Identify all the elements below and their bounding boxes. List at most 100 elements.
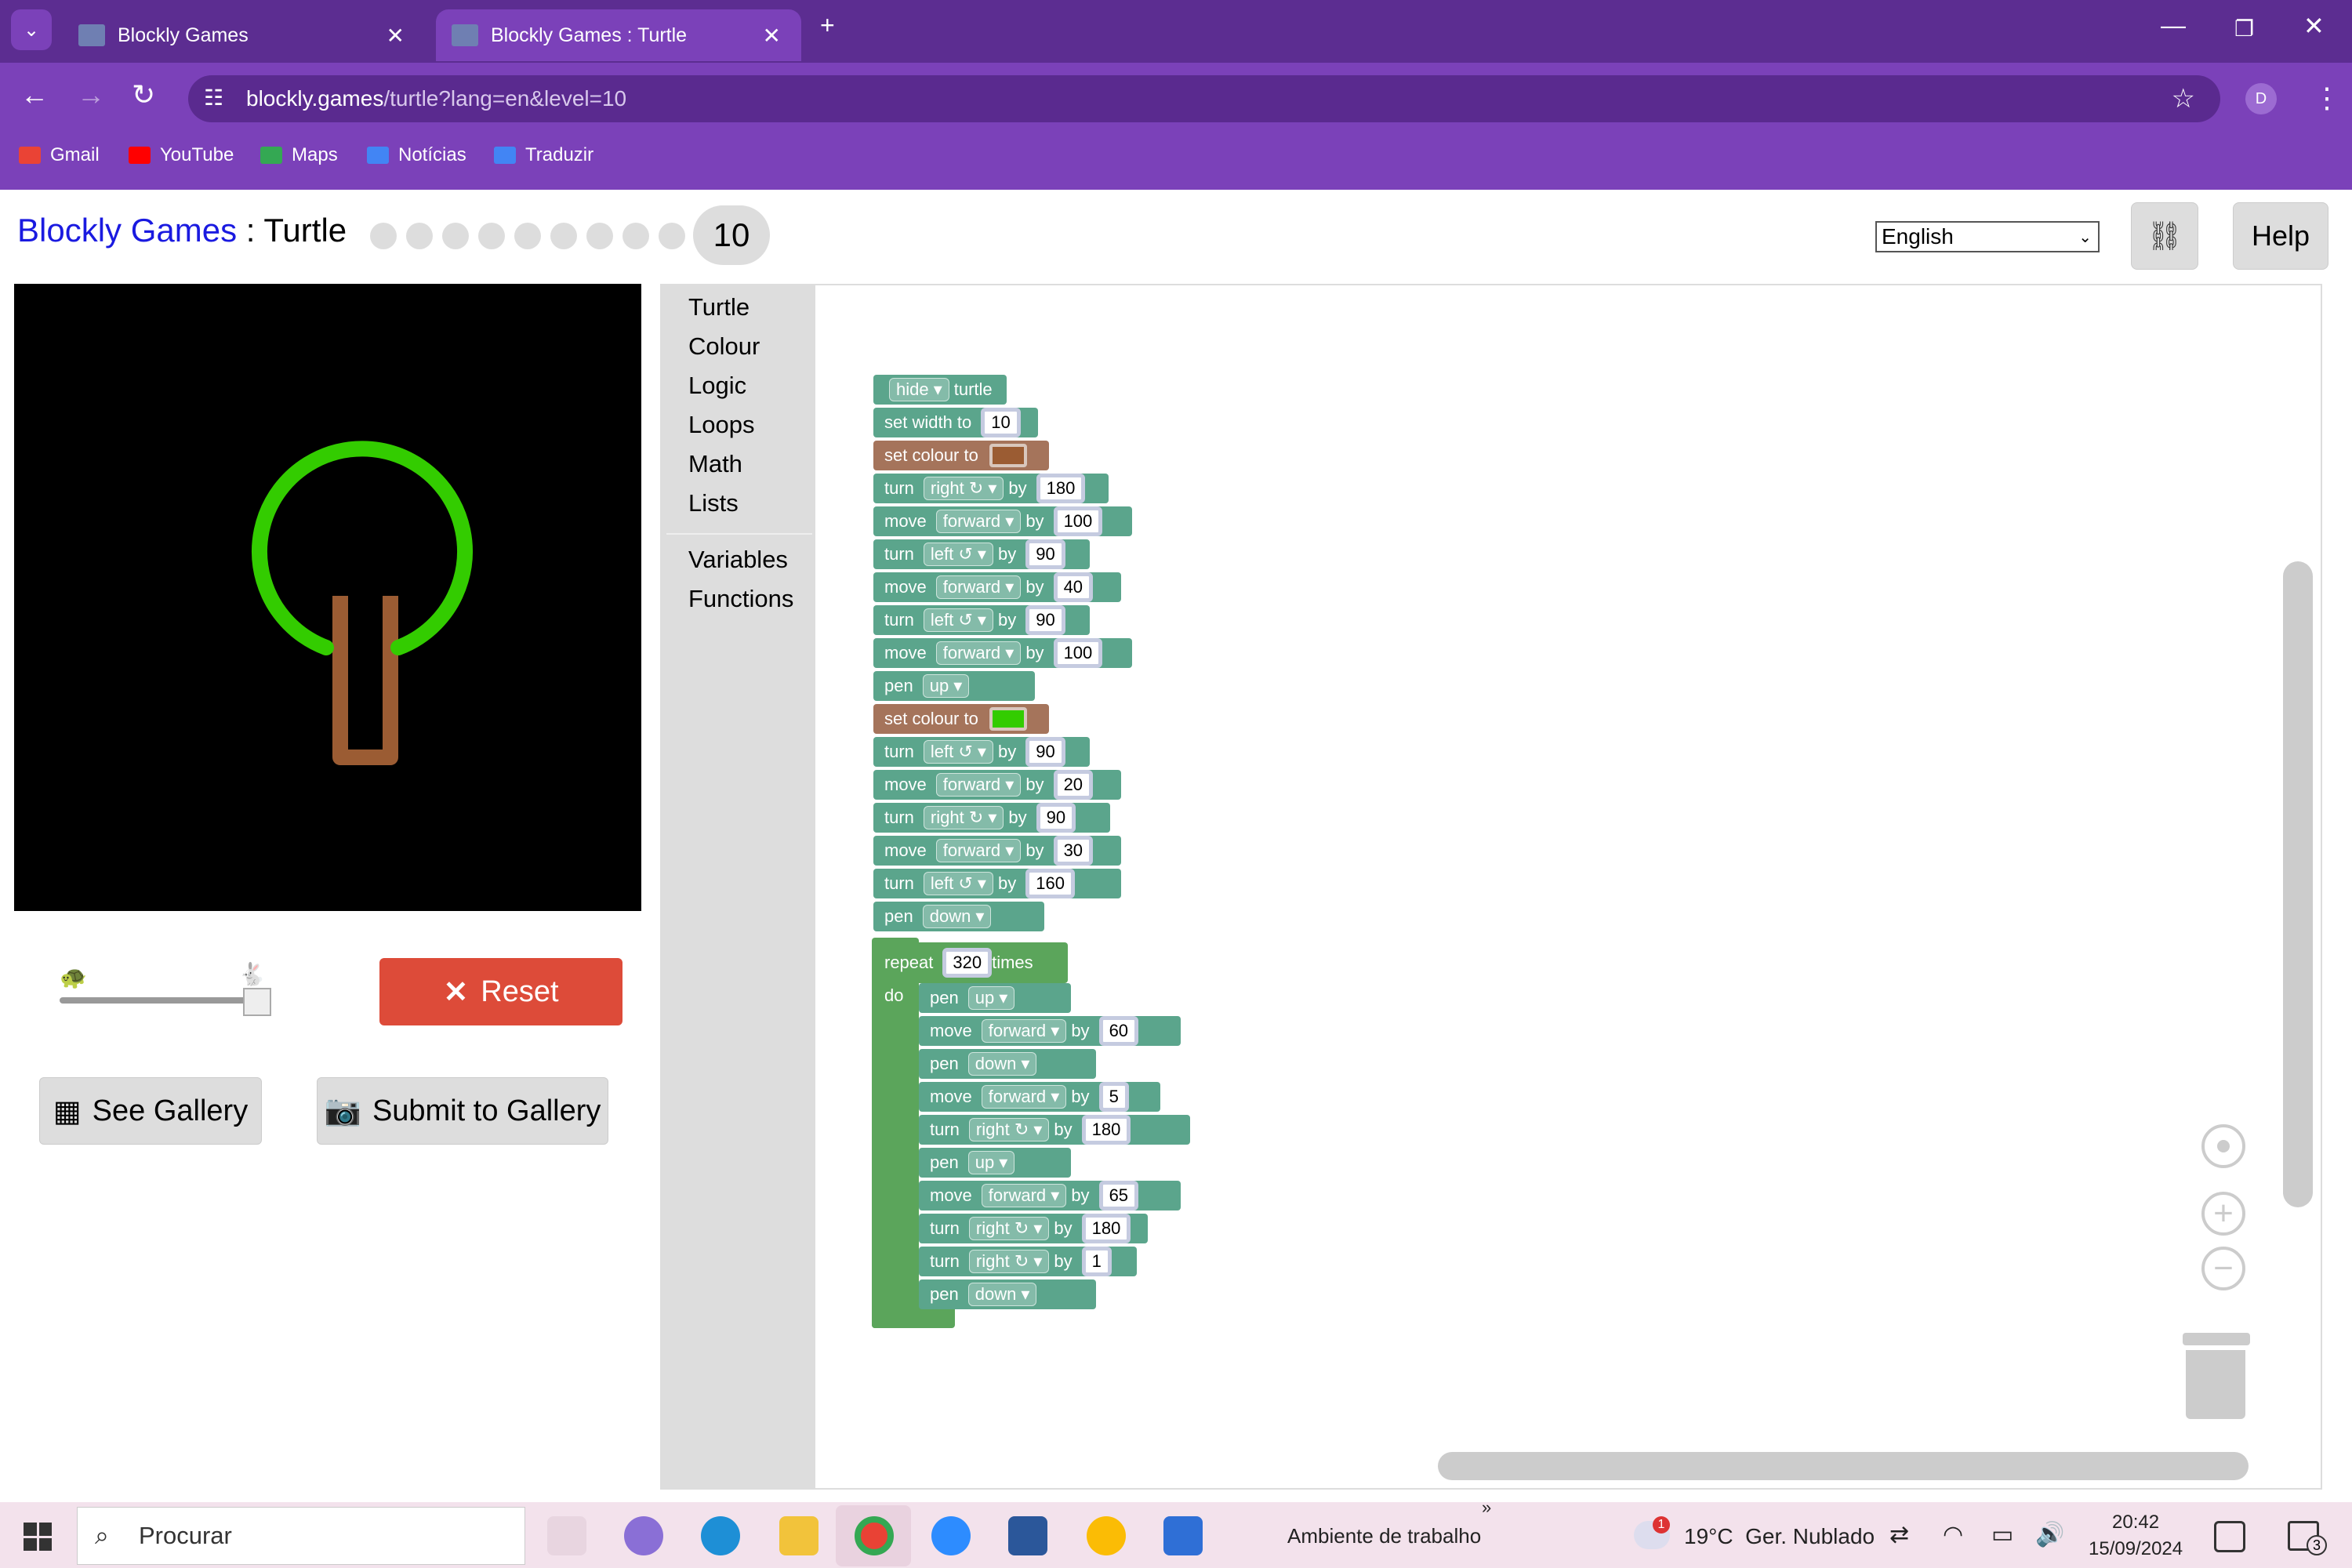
toolbox-category-lists[interactable]: Lists bbox=[688, 489, 739, 517]
dropdown-field[interactable]: down ▾ bbox=[967, 1052, 1037, 1076]
dropdown-field[interactable]: up ▾ bbox=[967, 1151, 1015, 1174]
number-field[interactable]: 180 bbox=[1036, 474, 1086, 503]
recenter-icon[interactable] bbox=[2201, 1124, 2245, 1168]
bookmark-youtube[interactable]: YouTube bbox=[129, 144, 234, 166]
restore-icon[interactable]: ❐ bbox=[2234, 16, 2254, 42]
colour-swatch[interactable] bbox=[989, 444, 1027, 467]
slider-knob[interactable] bbox=[243, 988, 271, 1016]
code-block[interactable]: move forward ▾ by 100 bbox=[873, 638, 1132, 668]
colour-swatch[interactable] bbox=[989, 707, 1027, 731]
code-block[interactable]: repeat 320 times bbox=[873, 942, 1068, 983]
number-field[interactable]: 60 bbox=[1098, 1016, 1139, 1046]
dropdown-field[interactable]: forward ▾ bbox=[935, 773, 1022, 797]
number-field[interactable]: 65 bbox=[1098, 1181, 1139, 1210]
code-block[interactable]: move forward ▾ by 60 bbox=[919, 1016, 1181, 1046]
toolbox-category-loops[interactable]: Loops bbox=[688, 411, 754, 439]
chrome-icon[interactable] bbox=[855, 1516, 894, 1555]
minimize-icon[interactable]: — bbox=[2161, 11, 2186, 40]
level-dot[interactable] bbox=[370, 223, 397, 249]
dropdown-field[interactable]: forward ▾ bbox=[935, 575, 1022, 599]
address-bar[interactable]: ☷ blockly.games/turtle?lang=en&level=10 … bbox=[188, 75, 2220, 122]
code-block[interactable]: set colour to bbox=[873, 704, 1049, 734]
mail-icon[interactable] bbox=[1163, 1516, 1203, 1555]
trash-icon[interactable] bbox=[2183, 1333, 2250, 1421]
dropdown-field[interactable]: down ▾ bbox=[967, 1283, 1037, 1306]
code-block[interactable]: turn right ↻ ▾ by 90 bbox=[873, 803, 1110, 833]
code-block[interactable]: move forward ▾ by 40 bbox=[873, 572, 1121, 602]
link-button[interactable]: ⛓ bbox=[2131, 202, 2198, 270]
close-tab-icon[interactable]: ✕ bbox=[387, 23, 405, 49]
bookmark-star-icon[interactable]: ☆ bbox=[2172, 83, 2195, 114]
zoom-icon[interactable] bbox=[931, 1516, 971, 1555]
number-field[interactable]: 100 bbox=[1053, 506, 1103, 536]
code-block[interactable]: turn right ↻ ▾ by 180 bbox=[919, 1214, 1148, 1243]
code-block[interactable]: turn right ↻ ▾ by 180 bbox=[919, 1115, 1190, 1145]
tab-blockly-turtle[interactable]: Blockly Games : Turtle ✕ bbox=[436, 9, 801, 61]
toolbox-category-functions[interactable]: Functions bbox=[688, 585, 793, 613]
code-block[interactable]: turn right ↻ ▾ by 180 bbox=[873, 474, 1109, 503]
code-block[interactable]: hide ▾ turtle bbox=[873, 375, 1007, 405]
reload-icon[interactable]: ↻ bbox=[132, 78, 155, 111]
level-dot[interactable] bbox=[406, 223, 433, 249]
menu-kebab-icon[interactable]: ⋮ bbox=[2313, 82, 2341, 114]
dropdown-field[interactable]: right ↻ ▾ bbox=[968, 1250, 1050, 1273]
level-dot[interactable] bbox=[586, 223, 613, 249]
bookmark-noticias[interactable]: Notícias bbox=[367, 144, 466, 166]
dropdown-field[interactable]: forward ▾ bbox=[935, 839, 1022, 862]
brand-link[interactable]: Blockly Games bbox=[17, 212, 237, 249]
code-block[interactable]: pen down ▾ bbox=[919, 1049, 1096, 1079]
task-view-icon[interactable] bbox=[547, 1516, 586, 1555]
forward-icon[interactable]: → bbox=[77, 78, 105, 111]
dropdown-field[interactable]: forward ▾ bbox=[935, 641, 1022, 665]
level-dot[interactable] bbox=[514, 223, 541, 249]
code-block[interactable]: turn left ↺ ▾ by 90 bbox=[873, 605, 1090, 635]
number-field[interactable]: 90 bbox=[1025, 605, 1065, 635]
dropdown-field[interactable]: hide ▾ bbox=[889, 378, 949, 401]
code-block[interactable]: move forward ▾ by 65 bbox=[919, 1181, 1181, 1210]
dropdown-field[interactable]: right ↻ ▾ bbox=[923, 806, 1004, 829]
dropdown-field[interactable]: left ↺ ▾ bbox=[923, 608, 993, 632]
code-block[interactable]: turn left ↺ ▾ by 90 bbox=[873, 539, 1090, 569]
battery-icon[interactable]: ▭ bbox=[1991, 1521, 2013, 1548]
code-block[interactable]: move forward ▾ by 20 bbox=[873, 770, 1121, 800]
reset-button[interactable]: ✕ Reset bbox=[379, 958, 622, 1025]
dropdown-field[interactable]: up ▾ bbox=[922, 674, 970, 698]
tab-search-icon[interactable]: ⌄ bbox=[11, 9, 52, 50]
desktop-label[interactable]: Ambiente de trabalho bbox=[1287, 1524, 1481, 1548]
code-block[interactable]: pen up ▾ bbox=[919, 983, 1071, 1013]
toolbox-category-math[interactable]: Math bbox=[688, 450, 742, 478]
windows-start-icon[interactable] bbox=[24, 1523, 52, 1551]
level-dot[interactable] bbox=[442, 223, 469, 249]
zoom-out-icon[interactable]: − bbox=[2201, 1247, 2245, 1290]
submit-gallery-button[interactable]: 📷 Submit to Gallery bbox=[317, 1077, 608, 1145]
number-field[interactable]: 5 bbox=[1098, 1082, 1129, 1112]
number-field[interactable]: 20 bbox=[1053, 770, 1094, 800]
chrome-alt-icon[interactable] bbox=[1087, 1516, 1126, 1555]
chevron-right-icon[interactable]: » bbox=[1482, 1497, 1491, 1518]
code-block[interactable]: turn left ↺ ▾ by 160 bbox=[873, 869, 1121, 898]
code-block[interactable]: set colour to bbox=[873, 441, 1049, 470]
number-field[interactable]: 160 bbox=[1025, 869, 1075, 898]
number-field[interactable]: 10 bbox=[981, 408, 1021, 437]
dropdown-field[interactable]: left ↺ ▾ bbox=[923, 740, 993, 764]
number-field[interactable]: 90 bbox=[1025, 539, 1065, 569]
code-block[interactable]: turn right ↻ ▾ by 1 bbox=[919, 1247, 1137, 1276]
dropdown-field[interactable]: forward ▾ bbox=[981, 1184, 1067, 1207]
see-gallery-button[interactable]: ▦ See Gallery bbox=[39, 1077, 262, 1145]
wifi-icon[interactable]: ◠ bbox=[1943, 1521, 1963, 1548]
site-info-icon[interactable]: ☷ bbox=[204, 85, 223, 111]
new-tab-icon[interactable]: + bbox=[820, 11, 835, 40]
close-tab-icon[interactable]: ✕ bbox=[763, 23, 781, 49]
number-field[interactable]: 90 bbox=[1036, 803, 1076, 833]
dropdown-field[interactable]: forward ▾ bbox=[935, 510, 1022, 533]
dropdown-field[interactable]: left ↺ ▾ bbox=[923, 543, 993, 566]
taskbar-search[interactable]: ⌕ Procurar bbox=[77, 1507, 525, 1565]
vertical-scrollbar[interactable] bbox=[2283, 561, 2313, 1207]
code-block[interactable]: pen down ▾ bbox=[919, 1279, 1096, 1309]
toolbox-category-logic[interactable]: Logic bbox=[688, 372, 746, 400]
number-field[interactable]: 320 bbox=[942, 948, 993, 978]
code-block[interactable]: move forward ▾ by 100 bbox=[873, 506, 1132, 536]
clock-time[interactable]: 20:42 bbox=[2112, 1512, 2159, 1534]
word-icon[interactable] bbox=[1008, 1516, 1047, 1555]
toolbox-category-variables[interactable]: Variables bbox=[688, 546, 788, 574]
